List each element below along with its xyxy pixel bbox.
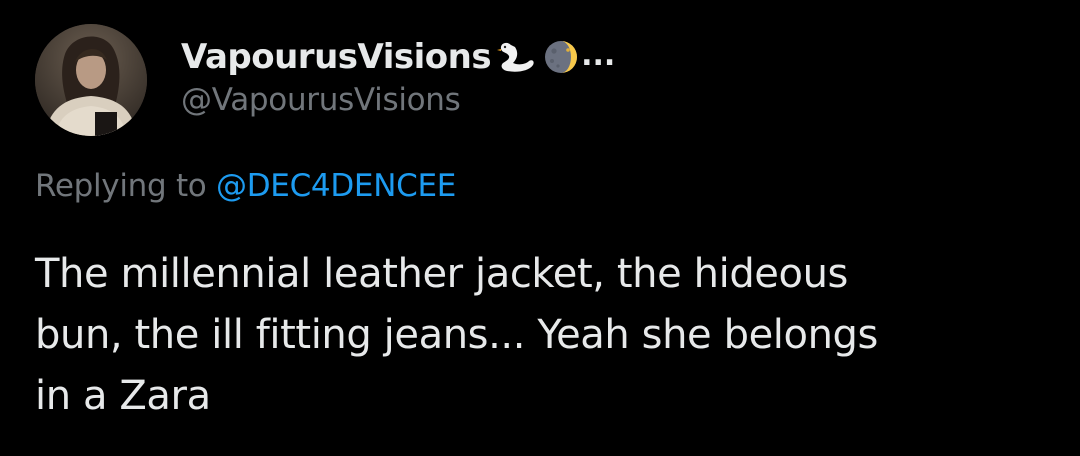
avatar[interactable]	[35, 24, 147, 136]
author-display-name[interactable]: VapourusVisions	[181, 37, 492, 77]
swan-emoji-icon	[497, 39, 537, 75]
waning-moon-emoji-icon	[543, 39, 579, 75]
tweet-header: VapourusVisions ... @VapourusVisions	[181, 34, 615, 118]
name-row: VapourusVisions ...	[181, 34, 615, 80]
tweet-text: The millennial leather jacket, the hideo…	[35, 251, 878, 419]
reply-mention-link[interactable]: @DEC4DENCEE	[216, 168, 456, 204]
tweet: VapourusVisions ... @VapourusVisions Rep…	[0, 0, 1080, 456]
replying-to: Replying to @DEC4DENCEE	[35, 168, 456, 204]
avatar-photo	[35, 24, 147, 136]
author-handle[interactable]: @VapourusVisions	[181, 82, 615, 118]
replying-to-label: Replying to	[35, 168, 207, 204]
name-truncation: ...	[581, 37, 616, 73]
